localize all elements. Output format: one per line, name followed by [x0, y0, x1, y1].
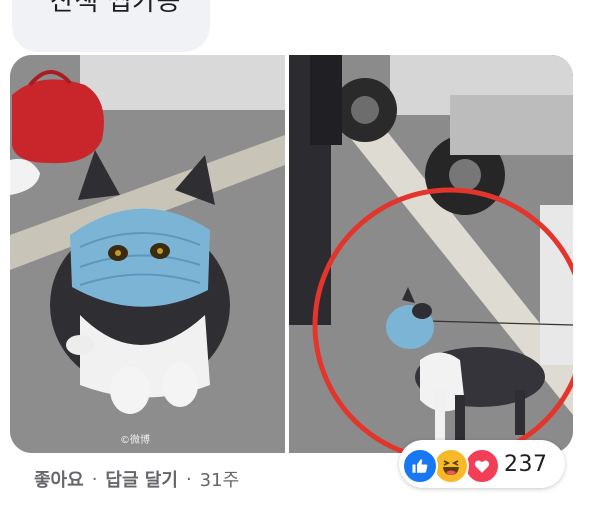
reaction-icons	[402, 446, 500, 484]
reply-button[interactable]: 답글 달기	[105, 466, 178, 492]
comment-footer: 좋아요 · 답글 달기 · 31주	[34, 466, 239, 492]
separator: ·	[185, 468, 192, 490]
comment-text: 산책 씹가능	[50, 0, 181, 17]
photo-left-panel: ©微博	[10, 55, 285, 453]
like-reaction-icon	[402, 448, 438, 484]
comment-bubble: 산책 씹가능	[12, 0, 210, 52]
photo-watermark: ©微博	[120, 433, 150, 446]
haha-reaction-icon	[433, 448, 469, 484]
reactions-summary[interactable]: 237	[399, 440, 565, 488]
love-reaction-icon	[464, 448, 500, 484]
reaction-count: 237	[504, 451, 548, 477]
timestamp[interactable]: 31주	[200, 466, 239, 492]
photo-right-panel	[289, 55, 573, 453]
attached-photo[interactable]: ©微博	[10, 55, 573, 453]
separator: ·	[91, 468, 98, 490]
like-button[interactable]: 좋아요	[34, 466, 84, 492]
